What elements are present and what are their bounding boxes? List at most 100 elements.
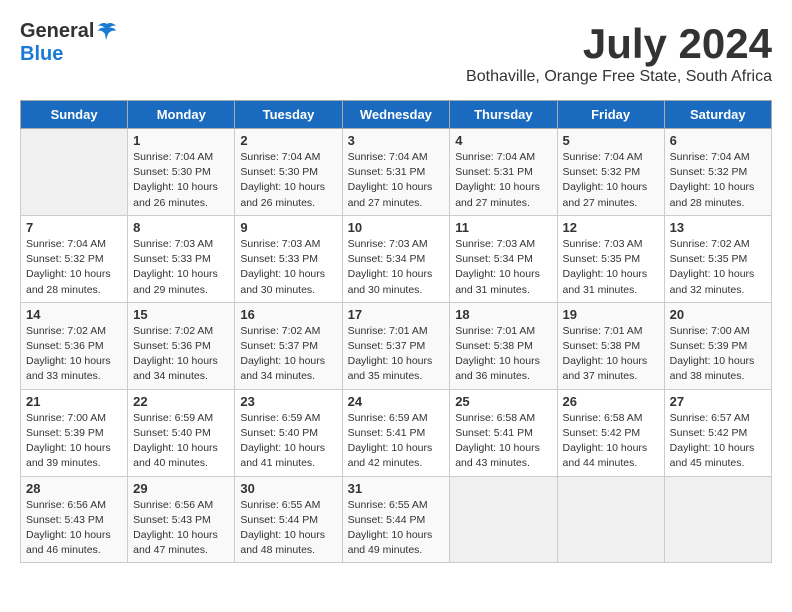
table-row: 26Sunrise: 6:58 AMSunset: 5:42 PMDayligh… <box>557 389 664 476</box>
day-info: Sunrise: 7:04 AMSunset: 5:32 PMDaylight:… <box>26 237 122 298</box>
day-info: Sunrise: 7:04 AMSunset: 5:30 PMDaylight:… <box>240 150 336 211</box>
table-row <box>450 476 557 563</box>
day-number: 22 <box>133 394 229 409</box>
header-wednesday: Wednesday <box>342 101 450 129</box>
day-info: Sunrise: 7:02 AMSunset: 5:35 PMDaylight:… <box>670 237 766 298</box>
table-row: 28 Sunrise: 6:56 AMSunset: 5:43 PMDayligh… <box>21 476 128 563</box>
logo-bird-icon <box>96 22 118 42</box>
table-row: 20 Sunrise: 7:00 AMSunset: 5:39 PMDayligh… <box>664 302 771 389</box>
page-header: General Blue July 2024 Bothaville, Orang… <box>20 20 772 96</box>
table-row: 4 Sunrise: 7:04 AMSunset: 5:31 PMDaylight… <box>450 129 557 216</box>
table-row: 2 Sunrise: 7:04 AMSunset: 5:30 PMDaylight… <box>235 129 342 216</box>
day-number: 14 <box>26 307 122 322</box>
table-row: 15 Sunrise: 7:02 AMSunset: 5:36 PMDayligh… <box>128 302 235 389</box>
table-row: 23 Sunrise: 6:59 AMSunset: 5:40 PMDayligh… <box>235 389 342 476</box>
day-number: 12 <box>563 220 659 235</box>
header-monday: Monday <box>128 101 235 129</box>
day-info: Sunrise: 6:55 AMSunset: 5:44 PMDaylight:… <box>348 498 445 559</box>
day-number: 21 <box>26 394 122 409</box>
day-info: Sunrise: 7:03 AMSunset: 5:34 PMDaylight:… <box>348 237 445 298</box>
table-row: 3 Sunrise: 7:04 AMSunset: 5:31 PMDaylight… <box>342 129 450 216</box>
calendar-week-row: 14 Sunrise: 7:02 AMSunset: 5:36 PMDayligh… <box>21 302 772 389</box>
day-number: 13 <box>670 220 766 235</box>
day-info: Sunrise: 6:59 AMSunset: 5:40 PMDaylight:… <box>133 411 229 472</box>
logo-general: General <box>20 20 94 43</box>
day-info: Sunrise: 6:59 AMSunset: 5:40 PMDaylight:… <box>240 411 336 472</box>
day-number: 3 <box>348 133 445 148</box>
day-number: 10 <box>348 220 445 235</box>
day-info: Sunrise: 7:03 AMSunset: 5:35 PMDaylight:… <box>563 237 659 298</box>
table-row <box>664 476 771 563</box>
day-info: Sunrise: 7:01 AMSunset: 5:38 PMDaylight:… <box>563 324 659 385</box>
table-row: 5 Sunrise: 7:04 AMSunset: 5:32 PMDaylight… <box>557 129 664 216</box>
day-info: Sunrise: 7:02 AMSunset: 5:36 PMDaylight:… <box>133 324 229 385</box>
day-number: 4 <box>455 133 551 148</box>
calendar-week-row: 1 Sunrise: 7:04 AMSunset: 5:30 PMDaylight… <box>21 129 772 216</box>
day-number: 16 <box>240 307 336 322</box>
table-row: 22 Sunrise: 6:59 AMSunset: 5:40 PMDayligh… <box>128 389 235 476</box>
table-row: 11Sunrise: 7:03 AMSunset: 5:34 PMDayligh… <box>450 215 557 302</box>
table-row: 27Sunrise: 6:57 AMSunset: 5:42 PMDayligh… <box>664 389 771 476</box>
day-number: 29 <box>133 481 229 496</box>
day-number: 19 <box>563 307 659 322</box>
day-info: Sunrise: 6:59 AMSunset: 5:41 PMDaylight:… <box>348 411 445 472</box>
day-info: Sunrise: 7:04 AMSunset: 5:30 PMDaylight:… <box>133 150 229 211</box>
day-info: Sunrise: 7:00 AMSunset: 5:39 PMDaylight:… <box>670 324 766 385</box>
day-number: 2 <box>240 133 336 148</box>
table-row: 9Sunrise: 7:03 AMSunset: 5:33 PMDaylight… <box>235 215 342 302</box>
day-info: Sunrise: 7:03 AMSunset: 5:33 PMDaylight:… <box>133 237 229 298</box>
day-number: 15 <box>133 307 229 322</box>
table-row: 12 Sunrise: 7:03 AMSunset: 5:35 PMDayligh… <box>557 215 664 302</box>
calendar-week-row: 28 Sunrise: 6:56 AMSunset: 5:43 PMDayligh… <box>21 476 772 563</box>
table-row: 13 Sunrise: 7:02 AMSunset: 5:35 PMDayligh… <box>664 215 771 302</box>
table-row: 29 Sunrise: 6:56 AMSunset: 5:43 PMDayligh… <box>128 476 235 563</box>
table-row: 19 Sunrise: 7:01 AMSunset: 5:38 PMDayligh… <box>557 302 664 389</box>
table-row: 1 Sunrise: 7:04 AMSunset: 5:30 PMDaylight… <box>128 129 235 216</box>
subtitle: Bothaville, Orange Free State, South Afr… <box>466 68 772 86</box>
day-info: Sunrise: 6:56 AMSunset: 5:43 PMDaylight:… <box>26 498 122 559</box>
day-number: 5 <box>563 133 659 148</box>
day-number: 30 <box>240 481 336 496</box>
day-info: Sunrise: 7:04 AMSunset: 5:31 PMDaylight:… <box>455 150 551 211</box>
title-block: July 2024 Bothaville, Orange Free State,… <box>466 20 772 96</box>
header-friday: Friday <box>557 101 664 129</box>
table-row: 17 Sunrise: 7:01 AMSunset: 5:37 PMDayligh… <box>342 302 450 389</box>
day-number: 31 <box>348 481 445 496</box>
table-row: 31 Sunrise: 6:55 AMSunset: 5:44 PMDayligh… <box>342 476 450 563</box>
day-info: Sunrise: 7:03 AMSunset: 5:33 PMDaylight:… <box>240 237 336 298</box>
day-info: Sunrise: 7:04 AMSunset: 5:32 PMDaylight:… <box>563 150 659 211</box>
day-number: 1 <box>133 133 229 148</box>
calendar-week-row: 7 Sunrise: 7:04 AMSunset: 5:32 PMDaylight… <box>21 215 772 302</box>
day-number: 6 <box>670 133 766 148</box>
header-thursday: Thursday <box>450 101 557 129</box>
day-info: Sunrise: 7:01 AMSunset: 5:38 PMDaylight:… <box>455 324 551 385</box>
day-number: 17 <box>348 307 445 322</box>
day-info: Sunrise: 7:01 AMSunset: 5:37 PMDaylight:… <box>348 324 445 385</box>
table-row: 6Sunrise: 7:04 AMSunset: 5:32 PMDaylight… <box>664 129 771 216</box>
day-info: Sunrise: 7:02 AMSunset: 5:36 PMDaylight:… <box>26 324 122 385</box>
day-info: Sunrise: 6:56 AMSunset: 5:43 PMDaylight:… <box>133 498 229 559</box>
calendar-week-row: 21Sunrise: 7:00 AMSunset: 5:39 PMDayligh… <box>21 389 772 476</box>
day-number: 8 <box>133 220 229 235</box>
day-number: 18 <box>455 307 551 322</box>
table-row: 10 Sunrise: 7:03 AMSunset: 5:34 PMDayligh… <box>342 215 450 302</box>
table-row: 25Sunrise: 6:58 AMSunset: 5:41 PMDayligh… <box>450 389 557 476</box>
header-sunday: Sunday <box>21 101 128 129</box>
day-info: Sunrise: 6:58 AMSunset: 5:42 PMDaylight:… <box>563 411 659 472</box>
day-info: Sunrise: 6:57 AMSunset: 5:42 PMDaylight:… <box>670 411 766 472</box>
table-row: 24 Sunrise: 6:59 AMSunset: 5:41 PMDayligh… <box>342 389 450 476</box>
day-number: 20 <box>670 307 766 322</box>
table-row: 16 Sunrise: 7:02 AMSunset: 5:37 PMDayligh… <box>235 302 342 389</box>
day-number: 23 <box>240 394 336 409</box>
logo: General Blue <box>20 20 118 66</box>
day-info: Sunrise: 7:03 AMSunset: 5:34 PMDaylight:… <box>455 237 551 298</box>
day-number: 24 <box>348 394 445 409</box>
day-number: 25 <box>455 394 551 409</box>
calendar-header-row: Sunday Monday Tuesday Wednesday Thursday… <box>21 101 772 129</box>
day-number: 7 <box>26 220 122 235</box>
header-saturday: Saturday <box>664 101 771 129</box>
day-info: Sunrise: 7:04 AMSunset: 5:31 PMDaylight:… <box>348 150 445 211</box>
table-row: 18 Sunrise: 7:01 AMSunset: 5:38 PMDayligh… <box>450 302 557 389</box>
day-number: 28 <box>26 481 122 496</box>
day-info: Sunrise: 7:02 AMSunset: 5:37 PMDaylight:… <box>240 324 336 385</box>
